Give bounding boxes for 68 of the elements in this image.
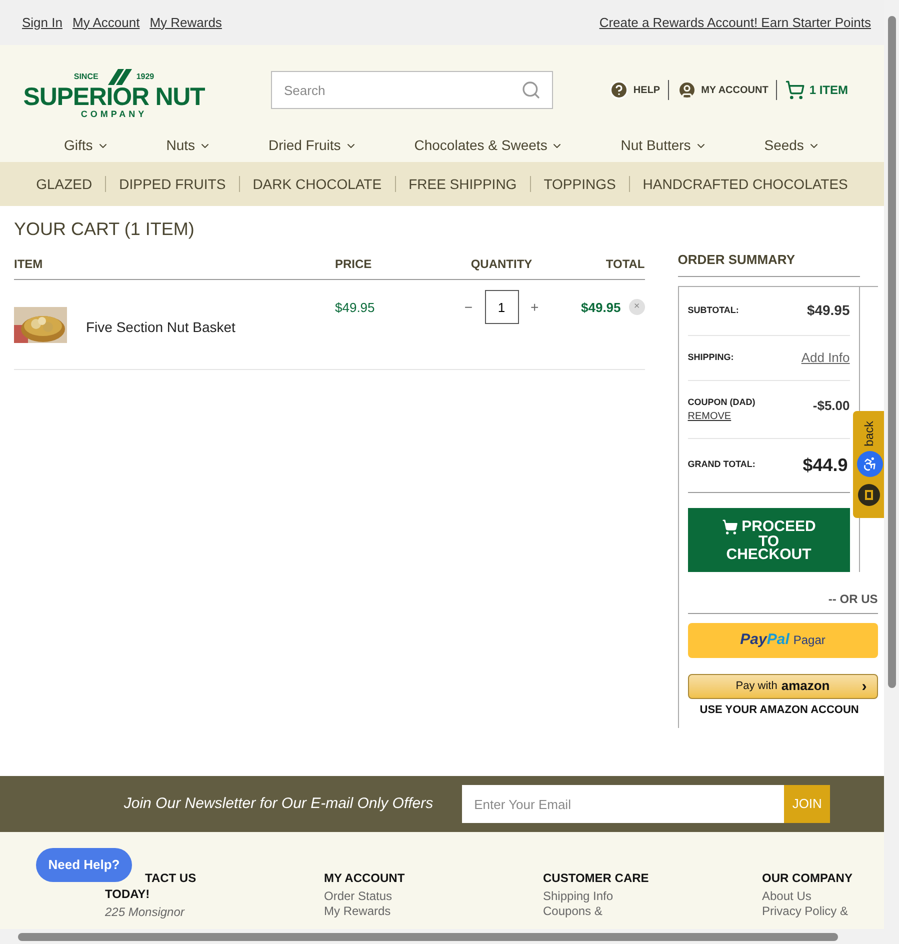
top-link[interactable]: My Account xyxy=(72,12,140,32)
add-info-link[interactable]: Add Info xyxy=(801,348,850,368)
column-header: PRICE xyxy=(335,256,373,273)
summary-title: ORDER SUMMARY xyxy=(678,250,860,276)
top-link[interactable]: Sign In xyxy=(22,12,62,32)
footer-link[interactable]: Order Status xyxy=(324,889,392,904)
summary-label: COUPON (DAD) xyxy=(688,396,756,409)
amazon-note: USE YOUR AMAZON ACCOUN xyxy=(700,702,859,718)
footer-heading: MY ACCOUNT xyxy=(324,870,405,886)
column-header: QUANTITY xyxy=(470,256,534,273)
need-help-button[interactable]: Need Help? xyxy=(36,848,132,882)
decrease-button[interactable]: − xyxy=(464,297,472,318)
category-link[interactable]: HANDCRAFTED CHOCOLATES xyxy=(640,174,851,194)
promo-link[interactable]: Create a Rewards Account! Earn Starter Points xyxy=(599,12,871,32)
email-field[interactable]: Enter Your Email xyxy=(462,785,784,823)
column-header: TOTAL xyxy=(604,256,645,273)
amazon-pay-button[interactable]: Pay with amazon › xyxy=(688,674,878,698)
category-link[interactable]: FREE SHIPPING xyxy=(406,174,520,194)
subtotal-value: $49.95 xyxy=(806,301,850,320)
help-icon xyxy=(609,80,630,100)
footer-link[interactable]: Shipping Info xyxy=(543,889,614,904)
footer-heading: TODAY! xyxy=(105,886,150,902)
footer-link[interactable]: Coupons & xyxy=(543,904,602,919)
footer-link[interactable]: 225 Monsignor xyxy=(105,905,184,920)
quantity-field[interactable]: 1 xyxy=(484,290,518,324)
nav-menu[interactable]: Dried Fruits xyxy=(268,135,357,156)
column-header: ITEM xyxy=(14,256,44,273)
category-link[interactable]: DIPPED FRUITS xyxy=(116,174,229,194)
top-link[interactable]: My Rewards xyxy=(150,12,222,32)
cart-icon xyxy=(722,518,738,534)
search-icon xyxy=(521,80,541,100)
category-link[interactable]: TOPPINGS xyxy=(540,174,619,194)
cart-icon xyxy=(785,80,806,100)
nav-menu[interactable]: Seeds xyxy=(764,135,820,156)
nav-menu[interactable]: Nut Butters xyxy=(620,135,707,156)
footer-link[interactable]: About Us xyxy=(762,889,812,904)
product-name[interactable]: Five Section Nut Basket xyxy=(86,317,236,338)
grand-total: $44.9 xyxy=(802,454,848,476)
cart-title: YOUR CART (1 ITEM) xyxy=(14,218,196,241)
summary-label: SHIPPING: xyxy=(688,350,734,364)
cart-link[interactable]: 1 ITEM xyxy=(779,80,854,100)
category-link[interactable]: DARK CHOCOLATE xyxy=(250,174,385,194)
account-link[interactable]: MY ACCOUNT xyxy=(671,80,774,100)
logo[interactable]: SINCE 1929 SUPERIOR NUT COMPANY xyxy=(20,61,208,119)
footer-heading: TACT US xyxy=(145,870,196,886)
or-use-text: -- OR US xyxy=(688,590,878,614)
coupon-value: -$5.00 xyxy=(812,396,850,414)
nav-menu[interactable]: Chocolates & Sweets xyxy=(414,135,564,156)
remove-coupon-link[interactable]: REMOVE xyxy=(688,409,732,424)
search-field[interactable]: Search xyxy=(271,71,553,109)
category-link[interactable]: GLAZED xyxy=(33,174,96,194)
increase-button[interactable]: + xyxy=(530,297,539,318)
summary-label: GRAND TOTAL: xyxy=(688,458,756,472)
summary-label: SUBTOTAL: xyxy=(688,304,739,317)
nav-menu[interactable]: Gifts xyxy=(64,135,109,156)
checkout-button[interactable]: PROCEED TO CHECKOUT xyxy=(688,508,850,572)
footer-heading: OUR COMPANY xyxy=(762,870,852,886)
footer-link[interactable]: Privacy Policy & xyxy=(762,904,848,919)
nav-menu[interactable]: Nuts xyxy=(166,135,212,156)
help-link[interactable]: HELP xyxy=(603,80,666,100)
footer-heading: CUSTOMER CARE xyxy=(543,870,649,886)
footer-link[interactable]: My Rewards xyxy=(324,904,391,919)
unit-price: $49.95 xyxy=(335,299,376,317)
newsletter-text: Join Our Newsletter for Our E-mail Only Offers xyxy=(124,794,434,814)
accessibility-icon xyxy=(862,456,878,472)
line-total: $49.95 xyxy=(581,299,621,317)
account-icon xyxy=(677,80,698,100)
paypal-button[interactable]: PayPal Pagar xyxy=(688,622,878,658)
